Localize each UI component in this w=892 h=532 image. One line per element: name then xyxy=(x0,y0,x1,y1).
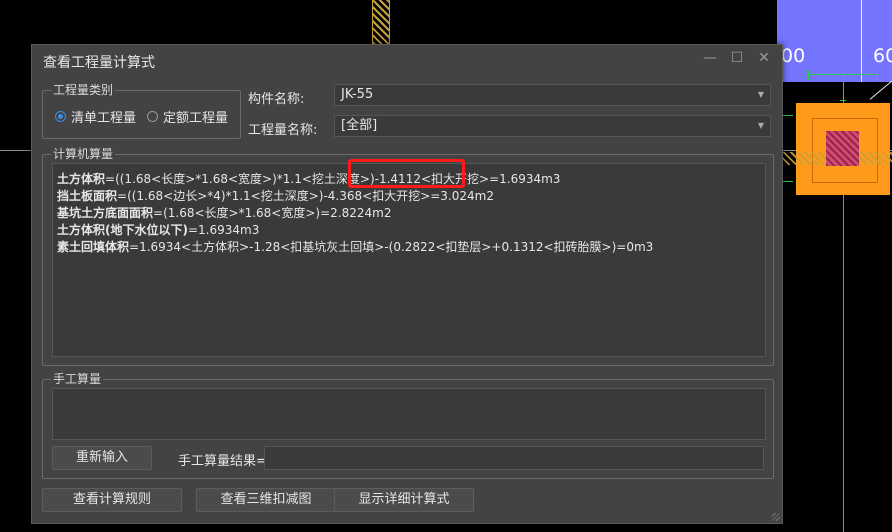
computer-calc-group-title: 计算机算量 xyxy=(51,146,116,162)
formula-name: 土方体积(地下水位以下) xyxy=(57,223,188,237)
maximize-button[interactable]: ☐ xyxy=(728,50,746,66)
close-button[interactable]: ✕ xyxy=(755,50,773,66)
manual-input-area[interactable] xyxy=(52,388,766,440)
component-name-value: JK-55 xyxy=(341,87,374,102)
view-3d-deduction-button[interactable]: 查看三维扣减图 xyxy=(196,488,336,512)
resize-grip-icon[interactable] xyxy=(772,513,780,521)
minimize-button[interactable]: — xyxy=(701,50,719,66)
cad-blue-dimension-area xyxy=(777,0,892,82)
formula-line: 土方体积=((1.68<长度>*1.68<宽度>)*1.1<挖土深度>)-1.4… xyxy=(57,170,560,187)
dialog-titlebar[interactable]: 查看工程量计算式 — ☐ ✕ xyxy=(32,45,782,75)
cad-hatch-column xyxy=(372,0,390,44)
formula-name: 基坑土方底面面积 xyxy=(57,206,154,220)
component-name-select[interactable]: JK-55 ▼ xyxy=(334,84,771,106)
quantity-type-group-title: 工程量类别 xyxy=(51,82,116,98)
manual-calc-group-title: 手工算量 xyxy=(51,371,104,387)
manual-result-label: 手工算量结果= xyxy=(178,454,267,469)
quantity-name-label: 工程量名称: xyxy=(248,123,318,138)
reenter-button[interactable]: 重新输入 xyxy=(52,446,152,470)
formula-name: 素土回填体积 xyxy=(57,240,130,254)
manual-result-field[interactable] xyxy=(264,446,764,470)
formula-expression: =((1.68<边长>*4)*1.1<挖土深度>)-4.368<扣大开挖>=3.… xyxy=(117,189,494,203)
radio-quota-quantity[interactable]: 定额工程量 xyxy=(147,107,228,126)
cad-green-tick xyxy=(843,70,844,80)
cad-green-tick xyxy=(808,70,809,80)
dialog-title: 查看工程量计算式 xyxy=(43,55,155,71)
dropdown-arrow-icon: ▼ xyxy=(757,121,764,130)
formula-expression: =((1.68<长度>*1.68<宽度>)*1.1<挖土深度>)-1.4112<… xyxy=(105,172,561,186)
dropdown-arrow-icon: ▼ xyxy=(757,90,764,99)
formula-line: 土方体积(地下水位以下)=1.6934m3 xyxy=(57,221,259,238)
cad-dimension-text-right: 60 xyxy=(873,45,892,67)
quantity-formula-dialog: 查看工程量计算式 — ☐ ✕ 工程量类别 清单工程量 定额工程量 构件名称: J… xyxy=(31,44,783,524)
formula-line: 素土回填体积=1.6934<土方体积>-1.28<扣基坑灰土回填>-(0.282… xyxy=(57,238,653,255)
highlight-box xyxy=(348,159,465,188)
formula-name: 挡土板面积 xyxy=(57,189,118,203)
formula-expression: =1.6934m3 xyxy=(187,223,260,237)
cad-dimension-line xyxy=(861,0,862,82)
radio-unchecked-icon xyxy=(147,111,158,122)
component-name-label: 构件名称: xyxy=(248,92,305,107)
radio-bill-quantity[interactable]: 清单工程量 xyxy=(55,107,136,126)
radio-bill-quantity-label: 清单工程量 xyxy=(71,111,137,126)
cad-green-mark xyxy=(840,100,846,101)
formula-expression: =(1.68<长度>*1.68<宽度>)=2.8224m2 xyxy=(153,206,392,220)
cad-green-tick xyxy=(877,70,878,80)
formula-expression: =1.6934<土方体积>-1.28<扣基坑灰土回填>-(0.2822<扣垫层>… xyxy=(129,240,654,254)
cad-dimension-text-left: 00 xyxy=(781,45,806,67)
view-calc-rules-button[interactable]: 查看计算规则 xyxy=(42,488,182,512)
quantity-name-select[interactable]: [全部] ▼ xyxy=(334,115,771,137)
cad-column-section[interactable] xyxy=(826,131,859,166)
formula-line: 基坑土方底面面积=(1.68<长度>*1.68<宽度>)=2.8224m2 xyxy=(57,204,391,221)
show-detailed-formula-button[interactable]: 显示详细计算式 xyxy=(334,488,474,512)
formula-name: 土方体积 xyxy=(57,172,106,186)
radio-checked-icon xyxy=(55,111,66,122)
quantity-type-group: 工程量类别 清单工程量 定额工程量 xyxy=(42,82,241,139)
radio-quota-quantity-label: 定额工程量 xyxy=(163,111,229,126)
formula-line: 挡土板面积=((1.68<边长>*4)*1.1<挖土深度>)-4.368<扣大开… xyxy=(57,187,494,204)
quantity-name-value: [全部] xyxy=(341,118,378,133)
formula-text-area[interactable]: 土方体积=((1.68<长度>*1.68<宽度>)*1.1<挖土深度>)-1.4… xyxy=(52,163,766,357)
